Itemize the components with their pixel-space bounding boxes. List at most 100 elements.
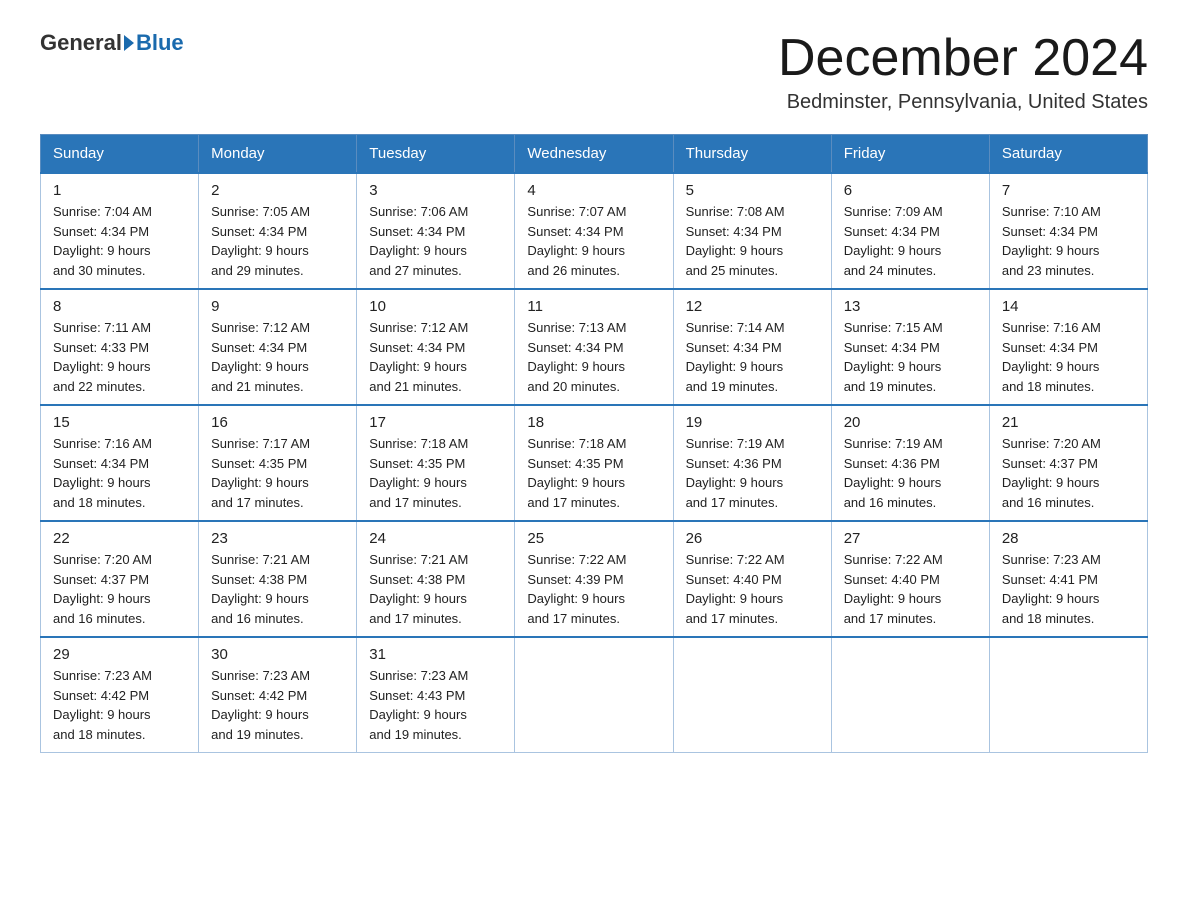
calendar-week-row: 8 Sunrise: 7:11 AM Sunset: 4:33 PM Dayli… <box>41 289 1148 405</box>
day-info: Sunrise: 7:16 AM Sunset: 4:34 PM Dayligh… <box>53 434 186 512</box>
calendar-cell: 22 Sunrise: 7:20 AM Sunset: 4:37 PM Dayl… <box>41 521 199 637</box>
calendar-cell: 30 Sunrise: 7:23 AM Sunset: 4:42 PM Dayl… <box>199 637 357 753</box>
calendar-cell: 26 Sunrise: 7:22 AM Sunset: 4:40 PM Dayl… <box>673 521 831 637</box>
day-number: 14 <box>1002 298 1135 315</box>
day-number: 9 <box>211 298 344 315</box>
title-area: December 2024 Bedminster, Pennsylvania, … <box>778 30 1148 114</box>
calendar-week-row: 22 Sunrise: 7:20 AM Sunset: 4:37 PM Dayl… <box>41 521 1148 637</box>
calendar-week-row: 15 Sunrise: 7:16 AM Sunset: 4:34 PM Dayl… <box>41 405 1148 521</box>
day-info: Sunrise: 7:14 AM Sunset: 4:34 PM Dayligh… <box>686 318 819 396</box>
calendar-cell: 25 Sunrise: 7:22 AM Sunset: 4:39 PM Dayl… <box>515 521 673 637</box>
calendar-cell: 11 Sunrise: 7:13 AM Sunset: 4:34 PM Dayl… <box>515 289 673 405</box>
day-number: 7 <box>1002 182 1135 199</box>
calendar-cell: 1 Sunrise: 7:04 AM Sunset: 4:34 PM Dayli… <box>41 173 199 289</box>
day-number: 19 <box>686 414 819 431</box>
calendar-table: SundayMondayTuesdayWednesdayThursdayFrid… <box>40 134 1148 753</box>
weekday-header-saturday: Saturday <box>989 135 1147 174</box>
day-info: Sunrise: 7:19 AM Sunset: 4:36 PM Dayligh… <box>686 434 819 512</box>
calendar-cell: 14 Sunrise: 7:16 AM Sunset: 4:34 PM Dayl… <box>989 289 1147 405</box>
day-info: Sunrise: 7:21 AM Sunset: 4:38 PM Dayligh… <box>211 550 344 628</box>
day-info: Sunrise: 7:23 AM Sunset: 4:41 PM Dayligh… <box>1002 550 1135 628</box>
calendar-cell: 27 Sunrise: 7:22 AM Sunset: 4:40 PM Dayl… <box>831 521 989 637</box>
day-number: 28 <box>1002 530 1135 547</box>
calendar-cell: 31 Sunrise: 7:23 AM Sunset: 4:43 PM Dayl… <box>357 637 515 753</box>
day-info: Sunrise: 7:20 AM Sunset: 4:37 PM Dayligh… <box>53 550 186 628</box>
day-info: Sunrise: 7:11 AM Sunset: 4:33 PM Dayligh… <box>53 318 186 396</box>
logo: General Blue <box>40 30 184 56</box>
day-info: Sunrise: 7:06 AM Sunset: 4:34 PM Dayligh… <box>369 202 502 280</box>
day-number: 10 <box>369 298 502 315</box>
day-number: 5 <box>686 182 819 199</box>
day-info: Sunrise: 7:23 AM Sunset: 4:43 PM Dayligh… <box>369 666 502 744</box>
day-number: 31 <box>369 646 502 663</box>
day-number: 24 <box>369 530 502 547</box>
day-info: Sunrise: 7:09 AM Sunset: 4:34 PM Dayligh… <box>844 202 977 280</box>
day-number: 3 <box>369 182 502 199</box>
calendar-cell <box>673 637 831 753</box>
calendar-week-row: 29 Sunrise: 7:23 AM Sunset: 4:42 PM Dayl… <box>41 637 1148 753</box>
calendar-cell: 13 Sunrise: 7:15 AM Sunset: 4:34 PM Dayl… <box>831 289 989 405</box>
day-number: 20 <box>844 414 977 431</box>
day-number: 1 <box>53 182 186 199</box>
calendar-cell: 21 Sunrise: 7:20 AM Sunset: 4:37 PM Dayl… <box>989 405 1147 521</box>
page-header: General Blue December 2024 Bedminster, P… <box>40 30 1148 114</box>
day-info: Sunrise: 7:22 AM Sunset: 4:40 PM Dayligh… <box>686 550 819 628</box>
logo-arrow-icon <box>124 35 134 51</box>
day-info: Sunrise: 7:12 AM Sunset: 4:34 PM Dayligh… <box>211 318 344 396</box>
calendar-cell <box>831 637 989 753</box>
day-number: 18 <box>527 414 660 431</box>
day-info: Sunrise: 7:23 AM Sunset: 4:42 PM Dayligh… <box>53 666 186 744</box>
calendar-cell: 5 Sunrise: 7:08 AM Sunset: 4:34 PM Dayli… <box>673 173 831 289</box>
day-info: Sunrise: 7:18 AM Sunset: 4:35 PM Dayligh… <box>369 434 502 512</box>
day-info: Sunrise: 7:07 AM Sunset: 4:34 PM Dayligh… <box>527 202 660 280</box>
day-info: Sunrise: 7:19 AM Sunset: 4:36 PM Dayligh… <box>844 434 977 512</box>
month-title: December 2024 <box>778 30 1148 87</box>
weekday-header-monday: Monday <box>199 135 357 174</box>
calendar-cell <box>989 637 1147 753</box>
weekday-header-friday: Friday <box>831 135 989 174</box>
calendar-cell: 2 Sunrise: 7:05 AM Sunset: 4:34 PM Dayli… <box>199 173 357 289</box>
calendar-week-row: 1 Sunrise: 7:04 AM Sunset: 4:34 PM Dayli… <box>41 173 1148 289</box>
day-info: Sunrise: 7:04 AM Sunset: 4:34 PM Dayligh… <box>53 202 186 280</box>
day-number: 25 <box>527 530 660 547</box>
day-number: 16 <box>211 414 344 431</box>
day-number: 17 <box>369 414 502 431</box>
calendar-cell: 3 Sunrise: 7:06 AM Sunset: 4:34 PM Dayli… <box>357 173 515 289</box>
calendar-cell <box>515 637 673 753</box>
location-title: Bedminster, Pennsylvania, United States <box>778 91 1148 114</box>
day-number: 11 <box>527 298 660 315</box>
day-info: Sunrise: 7:08 AM Sunset: 4:34 PM Dayligh… <box>686 202 819 280</box>
day-info: Sunrise: 7:16 AM Sunset: 4:34 PM Dayligh… <box>1002 318 1135 396</box>
calendar-cell: 29 Sunrise: 7:23 AM Sunset: 4:42 PM Dayl… <box>41 637 199 753</box>
day-number: 12 <box>686 298 819 315</box>
day-info: Sunrise: 7:17 AM Sunset: 4:35 PM Dayligh… <box>211 434 344 512</box>
calendar-cell: 9 Sunrise: 7:12 AM Sunset: 4:34 PM Dayli… <box>199 289 357 405</box>
calendar-cell: 6 Sunrise: 7:09 AM Sunset: 4:34 PM Dayli… <box>831 173 989 289</box>
calendar-cell: 12 Sunrise: 7:14 AM Sunset: 4:34 PM Dayl… <box>673 289 831 405</box>
day-info: Sunrise: 7:13 AM Sunset: 4:34 PM Dayligh… <box>527 318 660 396</box>
calendar-cell: 23 Sunrise: 7:21 AM Sunset: 4:38 PM Dayl… <box>199 521 357 637</box>
weekday-header-wednesday: Wednesday <box>515 135 673 174</box>
logo-blue-text: Blue <box>136 30 184 56</box>
day-number: 22 <box>53 530 186 547</box>
day-number: 30 <box>211 646 344 663</box>
calendar-cell: 19 Sunrise: 7:19 AM Sunset: 4:36 PM Dayl… <box>673 405 831 521</box>
day-info: Sunrise: 7:22 AM Sunset: 4:40 PM Dayligh… <box>844 550 977 628</box>
weekday-header-tuesday: Tuesday <box>357 135 515 174</box>
calendar-cell: 16 Sunrise: 7:17 AM Sunset: 4:35 PM Dayl… <box>199 405 357 521</box>
calendar-cell: 10 Sunrise: 7:12 AM Sunset: 4:34 PM Dayl… <box>357 289 515 405</box>
calendar-cell: 28 Sunrise: 7:23 AM Sunset: 4:41 PM Dayl… <box>989 521 1147 637</box>
day-number: 2 <box>211 182 344 199</box>
weekday-header-thursday: Thursday <box>673 135 831 174</box>
day-number: 29 <box>53 646 186 663</box>
calendar-cell: 17 Sunrise: 7:18 AM Sunset: 4:35 PM Dayl… <box>357 405 515 521</box>
day-number: 21 <box>1002 414 1135 431</box>
day-number: 15 <box>53 414 186 431</box>
day-number: 23 <box>211 530 344 547</box>
day-info: Sunrise: 7:12 AM Sunset: 4:34 PM Dayligh… <box>369 318 502 396</box>
day-info: Sunrise: 7:15 AM Sunset: 4:34 PM Dayligh… <box>844 318 977 396</box>
day-number: 6 <box>844 182 977 199</box>
weekday-header-row: SundayMondayTuesdayWednesdayThursdayFrid… <box>41 135 1148 174</box>
day-number: 4 <box>527 182 660 199</box>
day-number: 13 <box>844 298 977 315</box>
